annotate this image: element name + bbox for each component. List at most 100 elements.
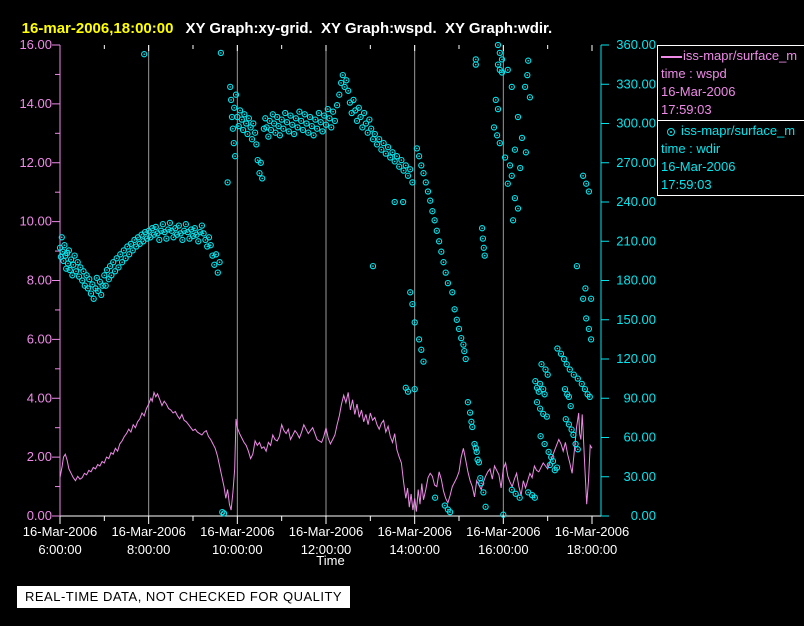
wdir-point-center bbox=[442, 261, 445, 264]
wdir-point-center bbox=[511, 175, 513, 177]
wdir-point-center bbox=[280, 118, 283, 121]
wdir-point-center bbox=[544, 368, 547, 371]
y-right-tick-label: 180.00 bbox=[616, 273, 656, 288]
y-right-tick-label: 60.00 bbox=[623, 430, 656, 445]
wdir-point-center bbox=[305, 122, 308, 125]
wdir-point-center bbox=[540, 363, 543, 366]
wdir-point-center bbox=[584, 287, 587, 290]
wdir-point-center bbox=[170, 230, 173, 232]
wdir-point-center bbox=[68, 249, 70, 252]
legend-entry-wspd: iss-mapr/surface_m time : wspd 16-Mar-20… bbox=[658, 46, 804, 121]
y-left-tick-label: 0.00 bbox=[27, 508, 52, 523]
wdir-point-center bbox=[585, 317, 587, 320]
wdir-point-center bbox=[389, 156, 392, 159]
wdir-point-center bbox=[123, 249, 125, 252]
wdir-point-center bbox=[361, 126, 364, 129]
wdir-point-center bbox=[254, 131, 256, 134]
wdir-point-center bbox=[536, 387, 538, 389]
wdir-point-center bbox=[543, 443, 546, 445]
wdir-point-center bbox=[378, 138, 381, 140]
wdir-point-center bbox=[409, 291, 412, 294]
y-right-tick-label: 0.00 bbox=[631, 508, 656, 523]
wdir-point-center bbox=[581, 383, 583, 385]
y-right-tick-label: 270.00 bbox=[616, 155, 656, 170]
wdir-point-center bbox=[343, 86, 346, 88]
wdir-point-center bbox=[231, 116, 233, 118]
x-tick-date-label: 16-Mar-2006 bbox=[555, 524, 629, 539]
wdir-point-center bbox=[109, 265, 111, 267]
wdir-point-center bbox=[349, 101, 351, 104]
wdir-point-center bbox=[235, 93, 237, 96]
wdir-point-center bbox=[449, 511, 451, 513]
x-tick-date-label: 16-Mar-2006 bbox=[289, 524, 363, 539]
wdir-point-center bbox=[479, 477, 482, 479]
wdir-point-center bbox=[372, 138, 374, 140]
wdir-point-center bbox=[218, 261, 221, 264]
wdir-point-center bbox=[245, 122, 247, 125]
wdir-point-center bbox=[402, 169, 405, 172]
wdir-point-center bbox=[496, 134, 498, 137]
wdir-point-center bbox=[67, 262, 69, 265]
wdir-point-center bbox=[501, 58, 503, 61]
wdir-point-center bbox=[255, 143, 258, 146]
wdir-point-center bbox=[422, 360, 425, 363]
wdir-point-center bbox=[319, 121, 322, 123]
wdir-point-center bbox=[332, 110, 334, 113]
wdir-point-center bbox=[223, 512, 225, 515]
wdir-point-center bbox=[289, 114, 292, 117]
wdir-point-center bbox=[121, 261, 123, 264]
wdir-point-center bbox=[493, 126, 495, 129]
y-left-tick-label: 6.00 bbox=[27, 331, 52, 346]
wdir-point-center bbox=[416, 147, 418, 150]
wdir-point-center bbox=[543, 393, 546, 396]
wdir-point-center bbox=[149, 236, 152, 239]
wdir-point-center bbox=[226, 181, 229, 184]
wdir-point-center bbox=[453, 308, 456, 311]
wdir-point-center bbox=[61, 236, 63, 239]
wdir-point-center bbox=[467, 401, 469, 404]
wdir-point-center bbox=[549, 464, 551, 466]
wdir-point-center bbox=[391, 151, 394, 154]
wdir-point-center bbox=[576, 265, 578, 267]
wdir-point-center bbox=[72, 264, 75, 266]
wdir-point-center bbox=[174, 227, 177, 229]
wdir-point-center bbox=[300, 120, 303, 122]
wdir-point-center bbox=[96, 277, 98, 279]
wdir-point-center bbox=[106, 269, 108, 271]
wdir-point-center bbox=[178, 224, 180, 227]
wdir-point-center bbox=[260, 162, 262, 164]
wdir-point-center bbox=[258, 172, 261, 174]
wdir-point-center bbox=[588, 328, 590, 330]
wdir-point-center bbox=[252, 122, 255, 125]
wdir-point-center bbox=[85, 274, 88, 277]
x-tick-date-label: 16-Mar-2006 bbox=[111, 524, 185, 539]
wdir-point-center bbox=[542, 388, 544, 390]
wdir-point-center bbox=[236, 116, 239, 118]
wdir-point-center bbox=[358, 107, 360, 109]
wdir-point-center bbox=[137, 236, 139, 239]
wdir-point-center bbox=[163, 231, 166, 233]
wdir-point-center bbox=[400, 159, 403, 161]
wdir-point-center bbox=[529, 96, 531, 99]
wdir-point-center bbox=[249, 126, 252, 129]
wdir-point-center bbox=[482, 491, 485, 494]
wdir-point-center bbox=[340, 82, 342, 84]
wdir-point-center bbox=[589, 396, 591, 398]
wdir-point-center bbox=[325, 124, 327, 126]
wdir-point-center bbox=[484, 506, 487, 508]
wdir-point-center bbox=[78, 275, 80, 278]
wdir-point-center bbox=[440, 250, 443, 253]
wdir-point-center bbox=[99, 281, 101, 283]
wdir-point-center bbox=[433, 219, 436, 222]
wdir-point-center bbox=[97, 290, 99, 292]
wdir-point-center bbox=[213, 264, 216, 266]
wdir-point-center bbox=[242, 129, 244, 131]
wdir-point-center bbox=[267, 135, 270, 138]
y-left-tick-label: 4.00 bbox=[27, 390, 52, 405]
wdir-point-center bbox=[215, 253, 217, 256]
wdir-point-center bbox=[475, 58, 477, 61]
wdir-point-center bbox=[464, 358, 467, 360]
legend-entry-wdir: iss-mapr/surface_m time : wdir 16-Mar-20… bbox=[658, 121, 804, 196]
y-right-tick-label: 210.00 bbox=[616, 233, 656, 248]
wdir-point-center bbox=[336, 104, 338, 106]
